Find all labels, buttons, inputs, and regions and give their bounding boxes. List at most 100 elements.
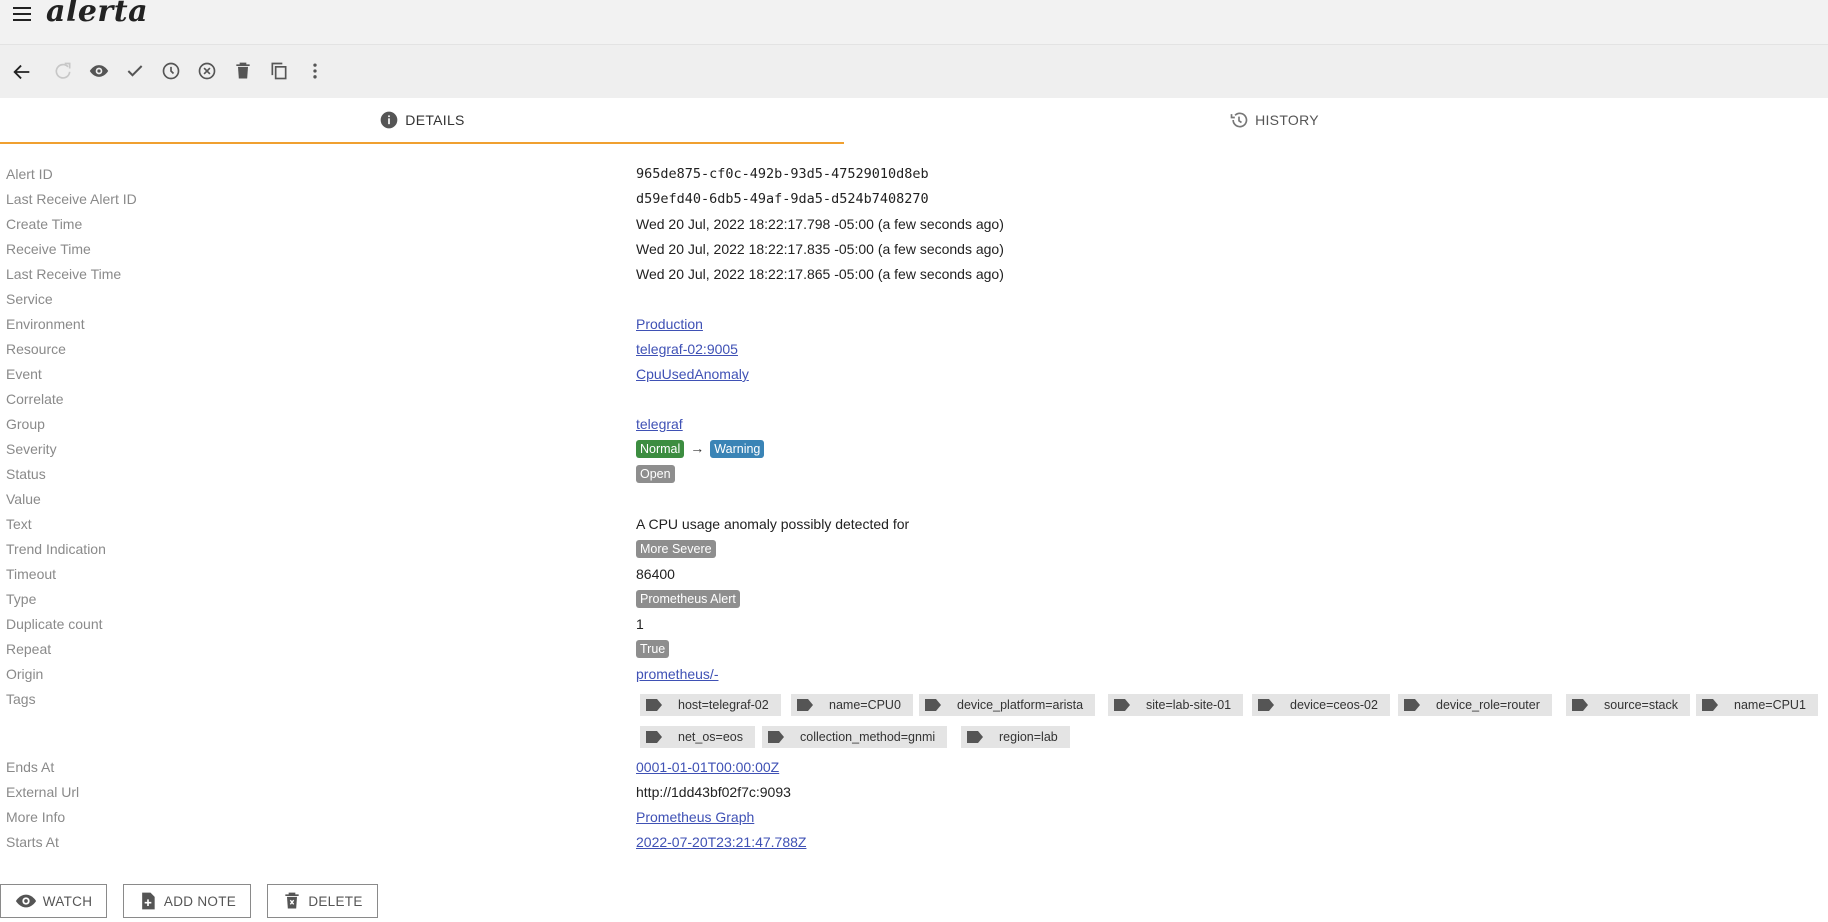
add-note-button-label: ADD NOTE <box>163 893 237 909</box>
tag-chip[interactable]: device_role=router <box>1398 694 1552 716</box>
severity-from-badge: Normal <box>636 440 685 458</box>
row-duplicate-count: Duplicate count 1 <box>0 612 1828 637</box>
tag-chip-label: site=lab-site-01 <box>1146 698 1232 712</box>
environment-label: Environment <box>6 316 85 332</box>
tag-icon <box>768 731 784 743</box>
tab-history-label: HISTORY <box>1255 112 1319 128</box>
copy-icon[interactable] <box>269 61 291 83</box>
tag-chip-label: source=stack <box>1604 698 1678 712</box>
menu-icon[interactable] <box>10 2 34 26</box>
receive-time-value: Wed 20 Jul, 2022 18:22:17.835 -05:00 (a … <box>636 241 1004 257</box>
create-time-value: Wed 20 Jul, 2022 18:22:17.798 -05:00 (a … <box>636 216 1004 232</box>
tag-chip[interactable]: name=CPU0 <box>791 694 913 716</box>
delete-icon[interactable] <box>233 61 255 83</box>
row-group: Group telegraf <box>0 412 1828 437</box>
environment-link[interactable]: Production <box>636 316 703 332</box>
text-label: Text <box>6 516 32 532</box>
service-label: Service <box>6 291 53 307</box>
row-ends-at: Ends At 0001-01-01T00:00:00Z <box>0 755 1828 780</box>
shelve-icon[interactable] <box>161 61 183 83</box>
alert-toolbar <box>0 45 1828 99</box>
tag-chip[interactable]: host=telegraf-02 <box>640 694 781 716</box>
external-url-label: External Url <box>6 784 80 800</box>
tag-icon <box>1404 699 1420 711</box>
external-url-value: http://1dd43bf02f7c:9093 <box>636 784 791 800</box>
tab-details[interactable]: DETAILS <box>0 98 844 144</box>
tag-chip[interactable]: device_platform=arista <box>919 694 1096 716</box>
status-badge: Open <box>636 465 675 483</box>
back-icon[interactable] <box>11 61 33 83</box>
row-timeout: Timeout 86400 <box>0 562 1828 587</box>
refresh-icon[interactable] <box>53 61 75 83</box>
tag-icon <box>967 731 983 743</box>
last-receive-time-value: Wed 20 Jul, 2022 18:22:17.865 -05:00 (a … <box>636 266 1004 282</box>
trend-badge: More Severe <box>636 540 716 558</box>
app-bar: alerta <box>0 0 1828 45</box>
row-tags: Tags host=telegraf-02 name=CPU0 device_p… <box>0 687 1828 748</box>
tag-chip[interactable]: region=lab <box>961 726 1070 748</box>
repeat-badge: True <box>636 640 670 658</box>
note-add-icon <box>142 892 155 910</box>
starts-at-link[interactable]: 2022-07-20T23:21:47.788Z <box>636 834 806 850</box>
ack-icon[interactable] <box>125 61 147 83</box>
group-link[interactable]: telegraf <box>636 416 683 432</box>
repeat-label: Repeat <box>6 641 52 657</box>
event-link[interactable]: CpuUsedAnomaly <box>636 366 749 382</box>
tag-icon <box>1702 699 1718 711</box>
more-icon[interactable] <box>305 61 327 83</box>
row-last-receive-id: Last Receive Alert ID d59efd40-6db5-49af… <box>0 187 1828 212</box>
severity-label: Severity <box>6 441 57 457</box>
type-label: Type <box>6 591 37 607</box>
tag-icon <box>646 699 662 711</box>
row-last-receive-time: Last Receive Time Wed 20 Jul, 2022 18:22… <box>0 262 1828 287</box>
delete-icon <box>285 892 299 909</box>
tag-chip-label: name=CPU0 <box>829 698 901 712</box>
delete-button[interactable]: DELETE <box>267 884 378 918</box>
tag-chip[interactable]: collection_method=gnmi <box>762 726 948 748</box>
tag-icon <box>1114 699 1130 711</box>
tag-chip[interactable]: site=lab-site-01 <box>1108 694 1244 716</box>
severity-arrow: → <box>690 440 705 456</box>
receive-time-label: Receive Time <box>6 241 91 257</box>
row-environment: Environment Production <box>0 312 1828 337</box>
tag-chip-label: name=CPU1 <box>1734 698 1806 712</box>
row-create-time: Create Time Wed 20 Jul, 2022 18:22:17.79… <box>0 212 1828 237</box>
tag-chip[interactable]: source=stack <box>1566 694 1690 716</box>
tag-icon <box>925 699 941 711</box>
delete-button-label: DELETE <box>308 893 363 909</box>
resource-link[interactable]: telegraf-02:9005 <box>636 341 738 357</box>
add-note-button[interactable]: ADD NOTE <box>123 884 251 918</box>
timeout-value: 86400 <box>636 566 675 582</box>
type-badge: Prometheus Alert <box>636 590 740 608</box>
tag-chip[interactable]: net_os=eos <box>640 726 755 748</box>
tab-history[interactable]: HISTORY <box>852 98 1696 142</box>
tag-chip[interactable]: device=ceos-02 <box>1252 694 1390 716</box>
correlate-label: Correlate <box>6 391 64 407</box>
ends-at-link[interactable]: 0001-01-01T00:00:00Z <box>636 759 779 775</box>
status-label: Status <box>6 466 46 482</box>
ends-at-label: Ends At <box>6 759 55 775</box>
tag-chip-label: device_platform=arista <box>957 698 1084 712</box>
watch-button[interactable]: WATCH <box>0 884 107 918</box>
severity-to-badge: Warning <box>710 440 765 458</box>
watch-icon[interactable] <box>89 61 111 83</box>
tab-details-label: DETAILS <box>405 112 465 128</box>
tag-chip-label: device=ceos-02 <box>1290 698 1378 712</box>
origin-link[interactable]: prometheus/- <box>636 666 718 682</box>
duplicate-count-label: Duplicate count <box>6 616 103 632</box>
group-label: Group <box>6 416 45 432</box>
origin-label: Origin <box>6 666 44 682</box>
close-icon[interactable] <box>197 61 219 83</box>
info-icon <box>380 111 398 129</box>
tag-chip[interactable]: name=CPU1 <box>1696 694 1818 716</box>
row-service: Service <box>0 287 1828 312</box>
last-receive-id-label: Last Receive Alert ID <box>6 191 137 207</box>
row-repeat: Repeat True <box>0 637 1828 662</box>
tag-icon <box>1572 699 1588 711</box>
more-info-link[interactable]: Prometheus Graph <box>636 809 754 825</box>
tag-icon <box>1258 699 1274 711</box>
app-logo[interactable]: alerta <box>46 0 148 29</box>
event-label: Event <box>6 366 42 382</box>
starts-at-label: Starts At <box>6 834 59 850</box>
tag-icon <box>646 731 662 743</box>
